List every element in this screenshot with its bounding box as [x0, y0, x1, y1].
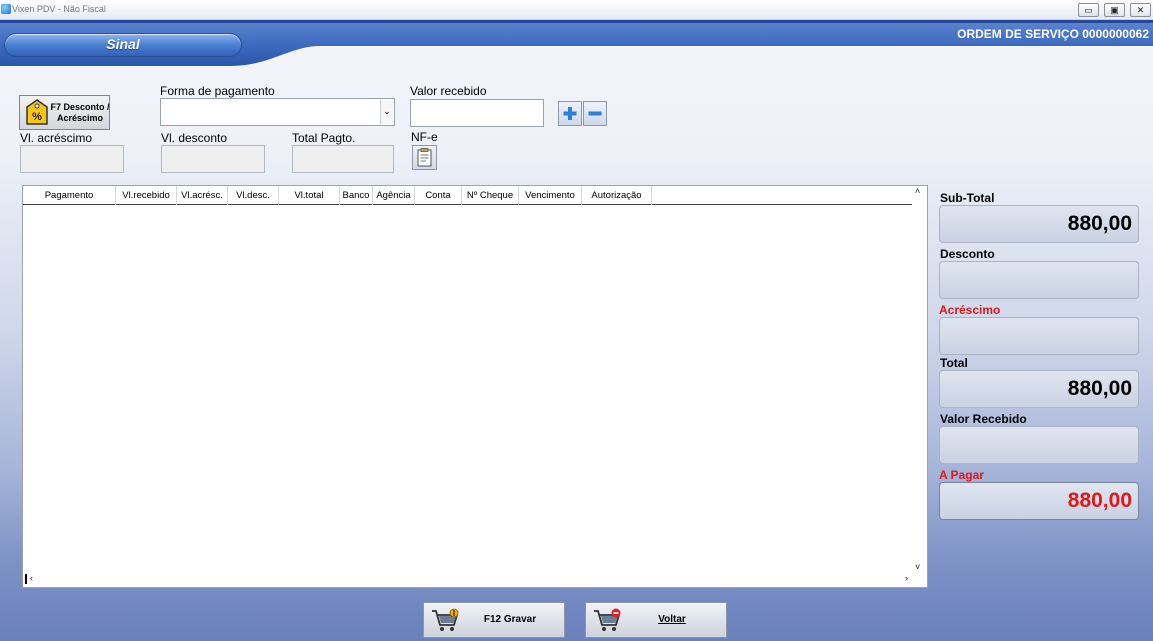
- vertical-scrollbar[interactable]: ˄ ˅: [912, 186, 927, 574]
- discount-button-label: F7 Desconto / Acréscimo: [50, 102, 110, 123]
- app-icon: [1, 4, 11, 14]
- svg-text:%: %: [32, 111, 42, 123]
- scroll-up-icon[interactable]: ˄: [915, 186, 920, 196]
- close-button[interactable]: ✕: [1130, 3, 1151, 17]
- received-label: Valor Recebido: [940, 412, 1027, 426]
- subtotal-value: 880,00: [939, 205, 1139, 243]
- discount-label: Vl. desconto: [161, 131, 228, 145]
- total-payment-field: [292, 145, 394, 173]
- column-header[interactable]: Vencimento: [519, 186, 582, 205]
- column-header[interactable]: Nº Cheque: [462, 186, 519, 205]
- clipboard-icon: [417, 148, 432, 167]
- received-value: [939, 426, 1139, 464]
- column-header[interactable]: Vl.total: [279, 186, 340, 205]
- discount-field: [161, 145, 265, 173]
- total-payment-label: Total Pagto.: [292, 131, 356, 145]
- order-number: ORDEM DE SERVIÇO 0000000062: [957, 27, 1149, 41]
- nfe-label: NF-e: [411, 130, 438, 144]
- column-header[interactable]: Banco: [340, 186, 373, 205]
- amount-received-input[interactable]: [410, 99, 544, 127]
- scroll-down-icon[interactable]: ˅: [915, 562, 920, 572]
- save-button-label: F12 Gravar: [483, 614, 537, 625]
- column-header[interactable]: Vl.acrésc.: [177, 186, 228, 205]
- scroll-thumb[interactable]: [25, 574, 27, 584]
- column-header[interactable]: Agência: [373, 186, 415, 205]
- surcharge-label: Vl. acréscimo: [20, 131, 93, 145]
- title-bar: [0, 0, 1153, 20]
- surcharge-field: [20, 145, 124, 173]
- total-label: Total: [940, 356, 968, 370]
- cart-save-icon: [432, 608, 459, 631]
- column-header[interactable]: Vl.recebido: [116, 186, 177, 205]
- to-pay-value: 880,00: [939, 482, 1139, 520]
- to-pay-label: A Pagar: [939, 468, 984, 482]
- horizontal-scrollbar[interactable]: ‹ ›: [23, 572, 927, 587]
- minus-icon: [588, 111, 602, 116]
- chevron-down-icon[interactable]: ⌄: [380, 100, 393, 124]
- amount-received-label: Valor recebido: [410, 84, 487, 98]
- plus-icon: [563, 107, 577, 120]
- column-header[interactable]: Autorização: [582, 186, 652, 205]
- column-header[interactable]: Pagamento: [23, 186, 116, 205]
- back-button[interactable]: Voltar: [585, 602, 727, 638]
- total-discount-value: [939, 261, 1139, 299]
- scroll-left-icon[interactable]: ‹: [30, 573, 33, 583]
- back-button-label: Voltar: [658, 614, 686, 625]
- minimize-button[interactable]: ▭: [1078, 3, 1099, 17]
- total-value: 880,00: [939, 370, 1139, 408]
- cart-remove-icon: [594, 608, 621, 631]
- screen-title: Sinal: [106, 36, 140, 52]
- total-surcharge-label: Acréscimo: [939, 303, 1001, 317]
- save-button[interactable]: F12 Gravar: [423, 602, 565, 638]
- column-header[interactable]: Vl.desc.: [228, 186, 279, 205]
- payments-grid[interactable]: Pagamento Vl.recebido Vl.acrésc. Vl.desc…: [22, 185, 928, 588]
- total-surcharge-value: [939, 317, 1139, 355]
- grid-header: Pagamento Vl.recebido Vl.acrésc. Vl.desc…: [23, 186, 913, 205]
- maximize-button[interactable]: ▣: [1104, 3, 1125, 17]
- window-title: Vixen PDV - Não Fiscal: [12, 4, 106, 14]
- total-discount-label: Desconto: [940, 247, 995, 261]
- discount-surcharge-button[interactable]: % F7 Desconto / Acréscimo: [19, 95, 110, 130]
- nfe-button[interactable]: [412, 145, 437, 170]
- payment-method-label: Forma de pagamento: [160, 84, 275, 98]
- add-payment-button[interactable]: [558, 101, 582, 126]
- column-header[interactable]: Conta: [415, 186, 462, 205]
- remove-payment-button[interactable]: [583, 101, 607, 126]
- subtotal-label: Sub-Total: [940, 191, 995, 205]
- discount-tag-icon: %: [26, 99, 48, 125]
- scroll-right-icon[interactable]: ›: [905, 573, 908, 583]
- payment-method-select[interactable]: ⌄: [160, 98, 395, 126]
